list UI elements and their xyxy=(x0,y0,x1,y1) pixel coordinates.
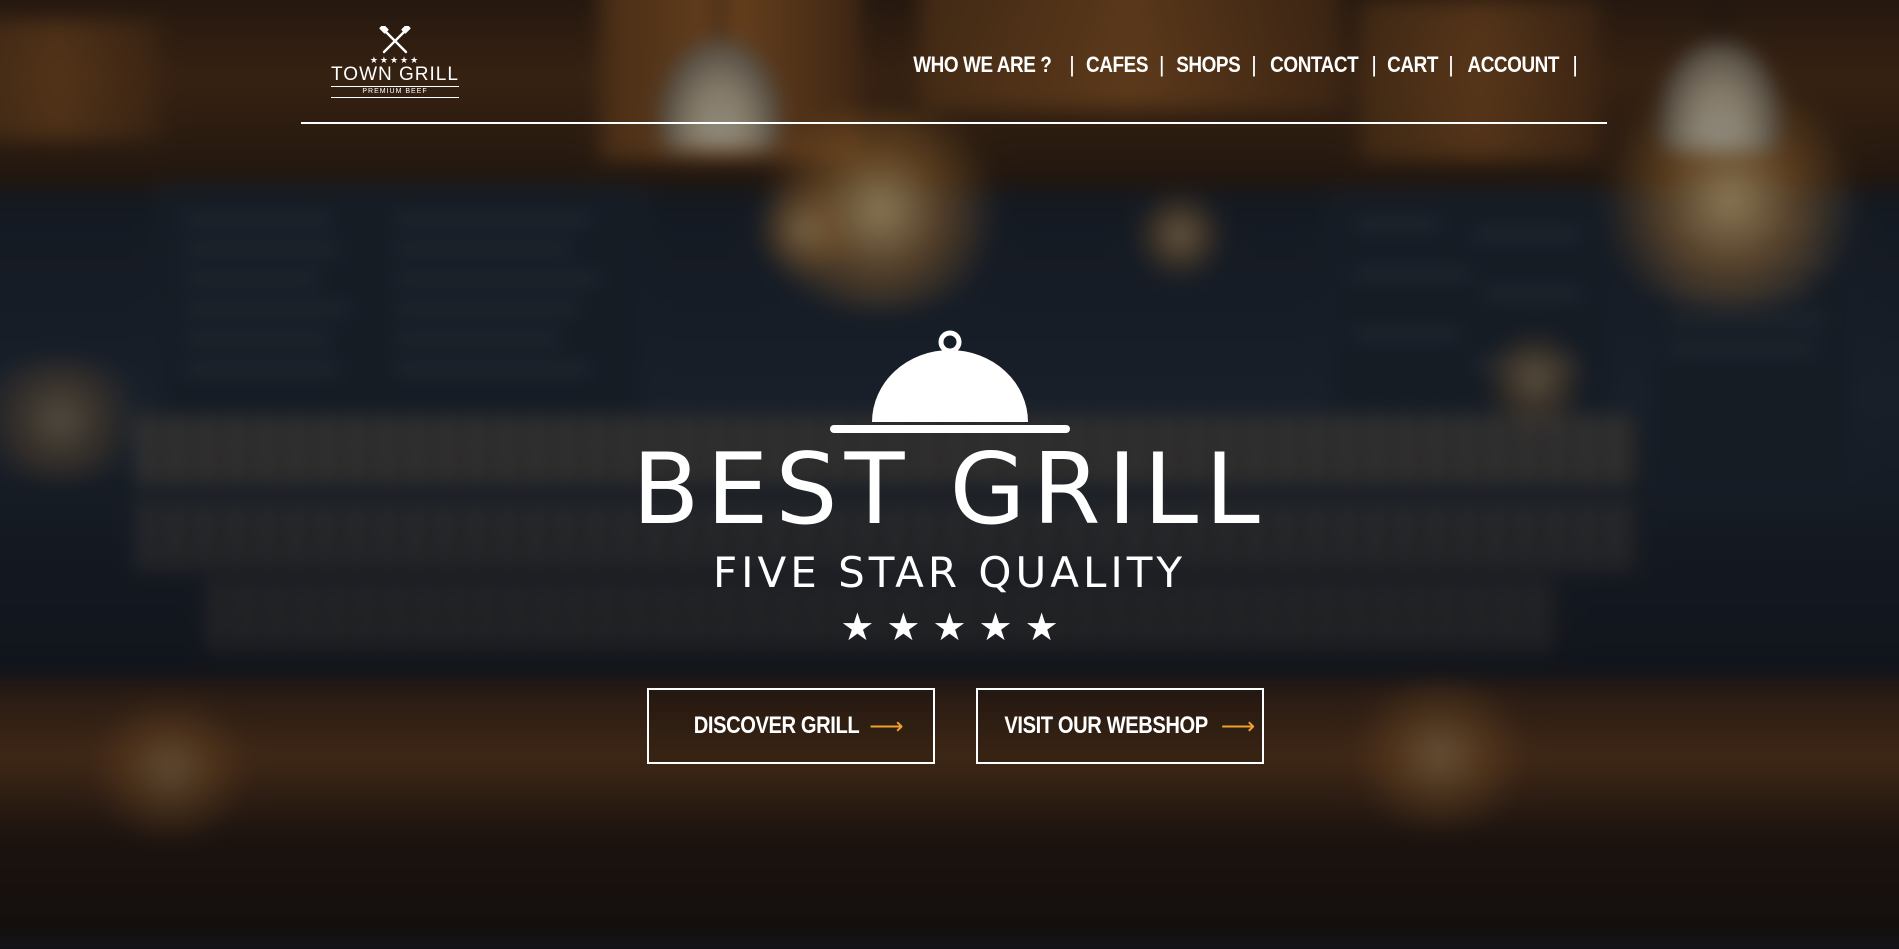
visit-webshop-label: VISIT OUR WEBSHOP xyxy=(1004,712,1208,739)
nav-separator: | xyxy=(1251,52,1257,77)
crossed-utensils-icon xyxy=(379,26,411,54)
nav-item-account[interactable]: ACCOUNT xyxy=(1467,52,1559,78)
main-nav: WHO WE ARE ? | CAFES | SHOPS | CONTACT |… xyxy=(902,52,1584,78)
nav-separator: | xyxy=(1069,52,1075,77)
nav-item-cart[interactable]: CART xyxy=(1387,52,1438,78)
discover-grill-label: DISCOVER GRILL xyxy=(694,712,860,739)
nav-separator: | xyxy=(1572,52,1578,77)
arrow-right-icon: ⟶ xyxy=(869,712,904,740)
nav-item-contact[interactable]: CONTACT xyxy=(1270,52,1359,78)
nav-separator: | xyxy=(1371,52,1377,77)
hero-subtitle: FIVE STAR QUALITY xyxy=(712,548,1187,597)
brand-tagline: PREMIUM BEEF xyxy=(331,86,459,98)
brand-name: TOWN GRILL xyxy=(331,64,459,85)
discover-grill-button[interactable]: DISCOVER GRILL ⟶ xyxy=(647,688,935,764)
brand-logo[interactable]: ★★★★★ TOWN GRILL PREMIUM BEEF xyxy=(325,26,465,110)
nav-item-shops[interactable]: SHOPS xyxy=(1176,52,1241,78)
hero-rating-stars: ★★★★★ xyxy=(840,607,1071,649)
hero-title: BEST GRILL xyxy=(632,433,1267,547)
visit-webshop-button[interactable]: VISIT OUR WEBSHOP ⟶ xyxy=(976,688,1264,764)
nav-item-who-we-are[interactable]: WHO WE ARE ? xyxy=(914,52,1053,78)
nav-item-cafes[interactable]: CAFES xyxy=(1086,52,1148,78)
cloche-icon xyxy=(829,330,1070,433)
nav-separator: | xyxy=(1448,52,1454,77)
nav-separator: | xyxy=(1158,52,1165,77)
hero-section: BEST GRILL FIVE STAR QUALITY ★★★★★ xyxy=(0,330,1899,648)
header-divider xyxy=(301,122,1607,124)
arrow-right-icon: ⟶ xyxy=(1220,712,1256,740)
